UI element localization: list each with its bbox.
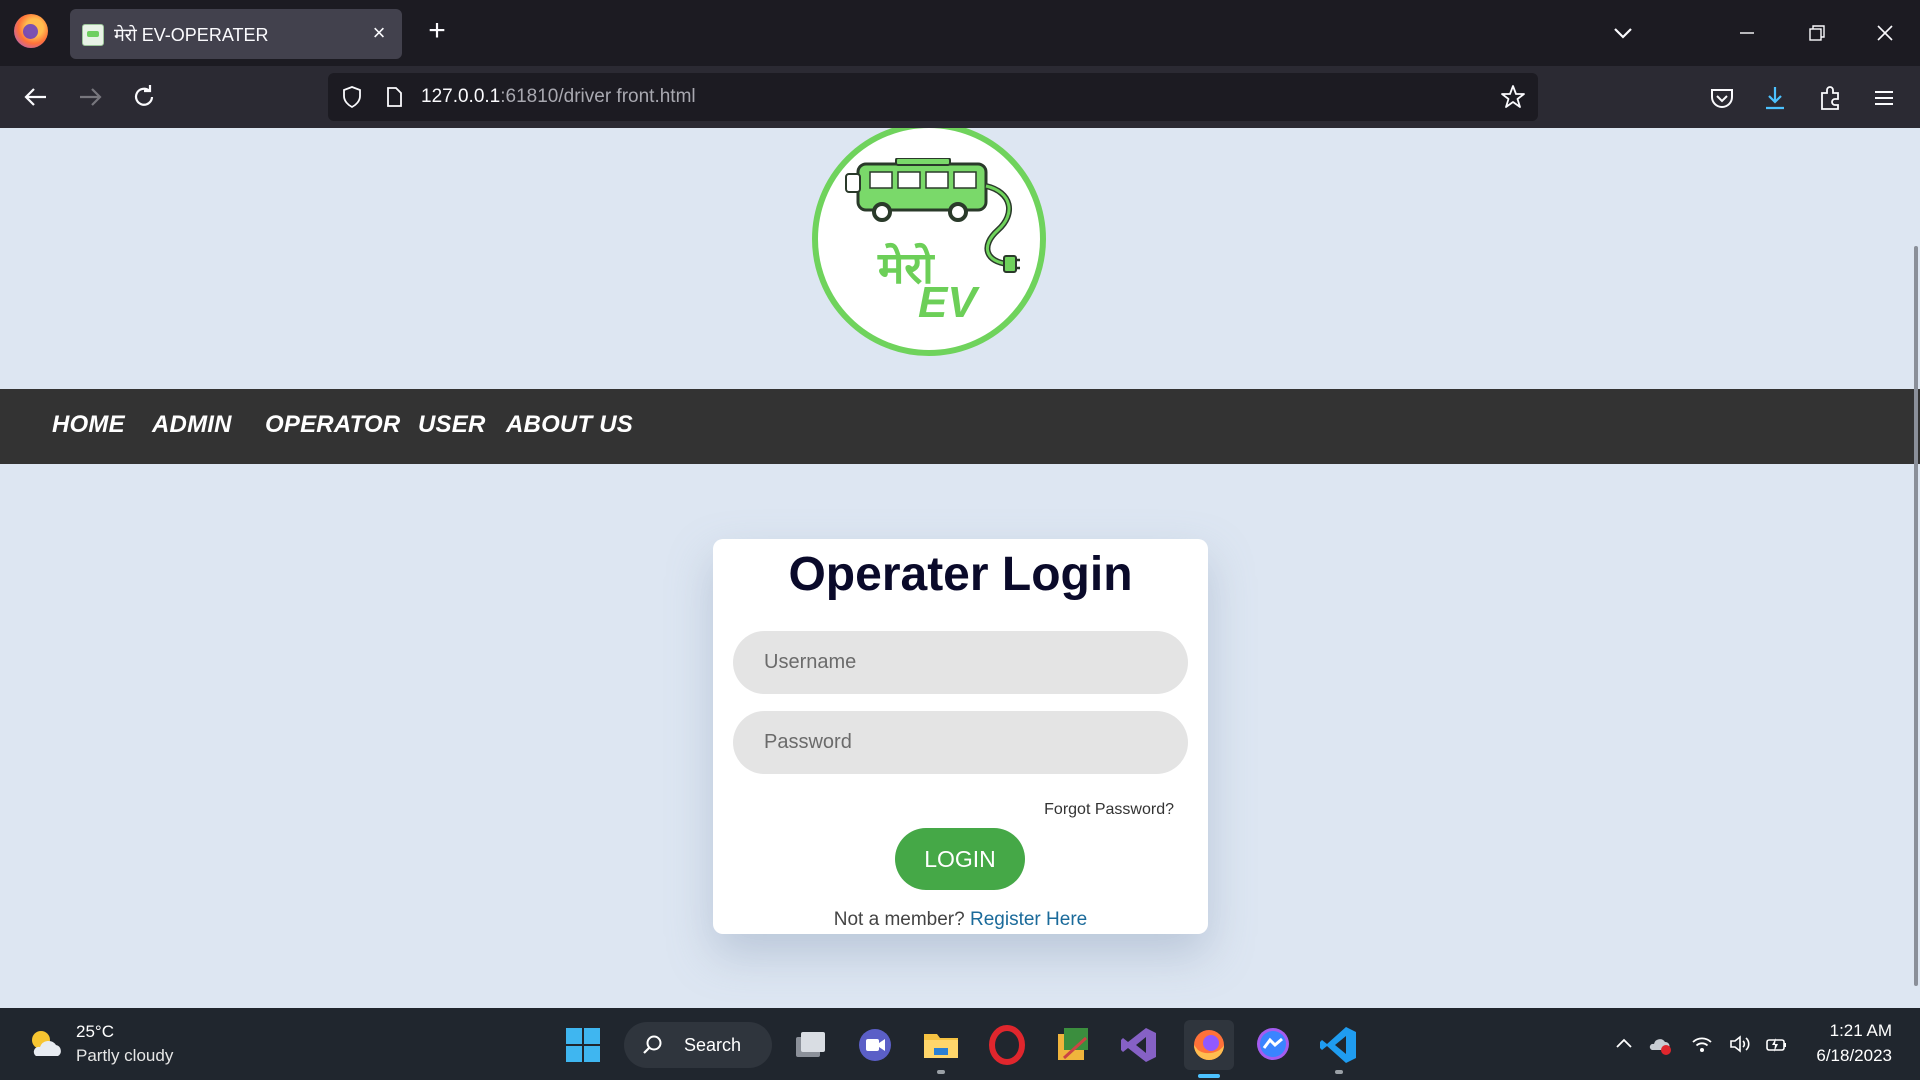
- clock-date[interactable]: 6/18/2023: [1816, 1046, 1892, 1066]
- messenger-icon[interactable]: [1252, 1024, 1294, 1066]
- new-tab-button[interactable]: +: [420, 14, 454, 48]
- login-title: Operater Login: [788, 548, 1133, 601]
- login-card: Operater Login Forgot Password? LOGIN No…: [713, 539, 1208, 934]
- menu-icon[interactable]: [1869, 83, 1899, 113]
- nav-operator-link[interactable]: OPERATOR: [265, 411, 400, 439]
- windows-start-icon[interactable]: [565, 1027, 601, 1063]
- browser-tab-bar: मेरो EV-OPERATER × +: [0, 0, 1920, 66]
- browser-tab[interactable]: मेरो EV-OPERATER ×: [70, 9, 402, 59]
- volume-icon[interactable]: [1728, 1032, 1752, 1056]
- url-text[interactable]: 127.0.0.1:61810/driver front.html: [421, 86, 696, 108]
- paint-tool-icon[interactable]: [1052, 1024, 1094, 1066]
- search-icon: [643, 1035, 662, 1054]
- extensions-icon[interactable]: [1815, 83, 1845, 113]
- register-prompt: Not a member? Register Here: [713, 909, 1208, 931]
- logo-text-ev: EV: [918, 278, 977, 327]
- running-indicator: [937, 1070, 945, 1074]
- restore-icon[interactable]: [1800, 16, 1834, 50]
- pocket-icon[interactable]: [1707, 83, 1737, 113]
- nav-user-link[interactable]: USER: [418, 411, 485, 439]
- nav-admin-link[interactable]: ADMIN: [152, 411, 232, 439]
- task-view-icon[interactable]: [789, 1024, 831, 1066]
- member-prompt-text: Not a member?: [833, 909, 965, 930]
- tab-favicon-icon: [82, 24, 104, 46]
- active-indicator: [1198, 1074, 1220, 1078]
- wifi-icon[interactable]: [1690, 1032, 1714, 1056]
- running-indicator: [1335, 1070, 1343, 1074]
- search-label: Search: [684, 1035, 742, 1055]
- nav-about-us-link[interactable]: ABOUT US: [506, 411, 633, 439]
- page-info-icon[interactable]: [382, 85, 406, 109]
- meet-chat-icon[interactable]: [854, 1024, 896, 1066]
- site-navigation: HOME ADMIN OPERATOR USER ABOUT US: [0, 389, 1920, 464]
- back-arrow-icon[interactable]: [18, 79, 54, 115]
- onedrive-icon[interactable]: [1648, 1032, 1672, 1056]
- file-explorer-icon[interactable]: [920, 1024, 962, 1074]
- taskbar-search[interactable]: Search: [624, 1022, 772, 1068]
- tab-close-button[interactable]: ×: [366, 20, 392, 46]
- bookmark-star-icon[interactable]: [1500, 84, 1526, 110]
- forward-arrow-icon[interactable]: [72, 79, 108, 115]
- visual-studio-icon[interactable]: [1118, 1024, 1160, 1066]
- forgot-password-link[interactable]: Forgot Password?: [1044, 801, 1174, 819]
- tracking-shield-icon[interactable]: [340, 85, 364, 109]
- battery-icon[interactable]: [1764, 1032, 1788, 1056]
- nav-home-link[interactable]: HOME: [52, 411, 125, 439]
- window-close-icon[interactable]: [1868, 16, 1902, 50]
- vscode-icon[interactable]: [1318, 1024, 1360, 1074]
- partly-cloudy-icon[interactable]: [26, 1026, 66, 1062]
- tab-title: मेरो EV-OPERATER: [114, 25, 269, 45]
- weather-description[interactable]: Partly cloudy: [76, 1046, 173, 1066]
- firefox-taskbar-icon[interactable]: [1184, 1020, 1234, 1078]
- password-input[interactable]: [733, 711, 1188, 774]
- chevron-down-icon[interactable]: [1606, 16, 1640, 50]
- firefox-logo-icon[interactable]: [14, 14, 48, 48]
- url-path: :61810/driver front.html: [500, 86, 696, 107]
- site-logo: मेरो EV: [812, 128, 1046, 356]
- username-input[interactable]: [733, 631, 1188, 694]
- weather-temperature[interactable]: 25°C: [76, 1022, 114, 1042]
- url-host: 127.0.0.1: [421, 86, 501, 107]
- reload-icon[interactable]: [126, 79, 162, 115]
- login-button[interactable]: LOGIN: [895, 828, 1025, 890]
- clock-time[interactable]: 1:21 AM: [1830, 1021, 1892, 1041]
- minimize-icon[interactable]: [1730, 16, 1764, 50]
- register-link[interactable]: Register Here: [970, 909, 1087, 930]
- windows-taskbar: 25°C Partly cloudy Search 1:21 AM 6/18/2…: [0, 1008, 1920, 1080]
- page-scrollbar[interactable]: [1914, 246, 1918, 986]
- chevron-up-icon[interactable]: [1612, 1032, 1636, 1056]
- opera-icon[interactable]: [986, 1024, 1028, 1066]
- web-page: मेरो EV HOME ADMIN OPERATOR USER ABOUT U…: [0, 128, 1920, 1008]
- address-bar[interactable]: 127.0.0.1:61810/driver front.html: [328, 73, 1538, 121]
- download-icon[interactable]: [1760, 83, 1790, 113]
